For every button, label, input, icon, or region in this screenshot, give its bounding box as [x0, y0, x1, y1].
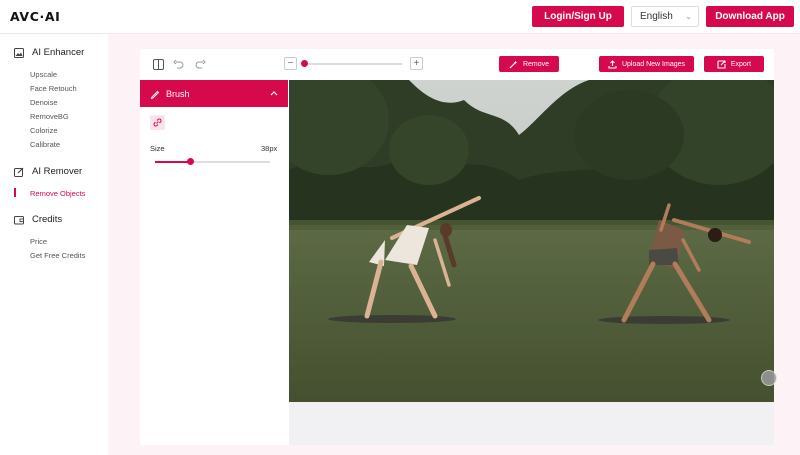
zoom-slider[interactable]	[301, 60, 402, 67]
section-title: Credits	[32, 214, 63, 225]
language-value: English	[640, 11, 673, 22]
size-slider[interactable]	[155, 158, 270, 165]
remove-button[interactable]: Remove	[499, 56, 559, 72]
chevron-up-icon	[270, 88, 278, 98]
section-ai-remover: AI Remover	[14, 166, 82, 177]
section-title: AI Remover	[32, 166, 83, 177]
brush-title: Brush	[166, 88, 190, 99]
upload-icon	[608, 59, 617, 69]
size-slider-handle[interactable]	[187, 158, 194, 165]
export-button[interactable]: Export	[704, 56, 764, 72]
login-signup-button[interactable]: Login/Sign Up	[532, 6, 624, 27]
export-label: Export	[730, 60, 752, 68]
remove-label: Remove	[522, 60, 550, 68]
upload-new-images-button[interactable]: Upload New Images	[599, 56, 694, 72]
language-select[interactable]: English ⌄	[631, 6, 699, 27]
export-icon	[717, 59, 726, 69]
sidebar-item-price[interactable]: Price	[30, 237, 47, 246]
brush-icon	[150, 89, 160, 99]
size-value: 38px	[261, 144, 278, 153]
top-header: AVC·AI Login/Sign Up English ⌄ Download …	[0, 0, 800, 34]
zoom-out-button[interactable]: −	[284, 57, 297, 70]
sidebar-item-colorize[interactable]: Colorize	[30, 126, 58, 135]
logo[interactable]: AVC·AI	[10, 9, 60, 24]
section-credits: Credits	[14, 214, 62, 225]
upload-label: Upload New Images	[621, 60, 686, 68]
sidebar-item-get-free-credits[interactable]: Get Free Credits	[30, 251, 85, 260]
zoom-in-button[interactable]: +	[410, 57, 423, 70]
sidebar-item-remove-objects[interactable]: Remove Objects	[30, 189, 85, 198]
undo-icon[interactable]	[171, 57, 185, 71]
chevron-down-icon: ⌄	[685, 12, 692, 21]
redo-icon[interactable]	[193, 57, 207, 71]
compare-icon[interactable]	[151, 57, 165, 71]
sidebar-item-denoise[interactable]: Denoise	[30, 98, 58, 107]
wallet-icon	[14, 215, 24, 224]
size-slider-fill	[155, 161, 190, 163]
sidebar-item-face-retouch[interactable]: Face Retouch	[30, 84, 77, 93]
sidebar-item-upscale[interactable]: Upscale	[30, 70, 57, 79]
size-label: Size	[150, 144, 165, 153]
brush-panel-header[interactable]: Brush	[140, 80, 288, 107]
link-icon[interactable]	[150, 115, 165, 130]
magic-wand-icon	[509, 60, 518, 69]
active-indicator	[14, 188, 16, 197]
zoom-slider-handle[interactable]	[301, 60, 308, 67]
section-title: AI Enhancer	[32, 47, 85, 58]
section-ai-enhancer: AI Enhancer	[14, 47, 84, 58]
photo-image	[289, 80, 774, 402]
sidebar-item-removebg[interactable]: RemoveBG	[30, 112, 69, 121]
edit-icon	[14, 167, 24, 177]
sidebar-item-calibrate[interactable]: Calibrate	[30, 140, 60, 149]
image-icon	[14, 47, 24, 58]
download-app-button[interactable]: Download App	[706, 6, 794, 27]
scroll-handle[interactable]	[761, 370, 777, 386]
edit-photo[interactable]	[289, 80, 774, 402]
